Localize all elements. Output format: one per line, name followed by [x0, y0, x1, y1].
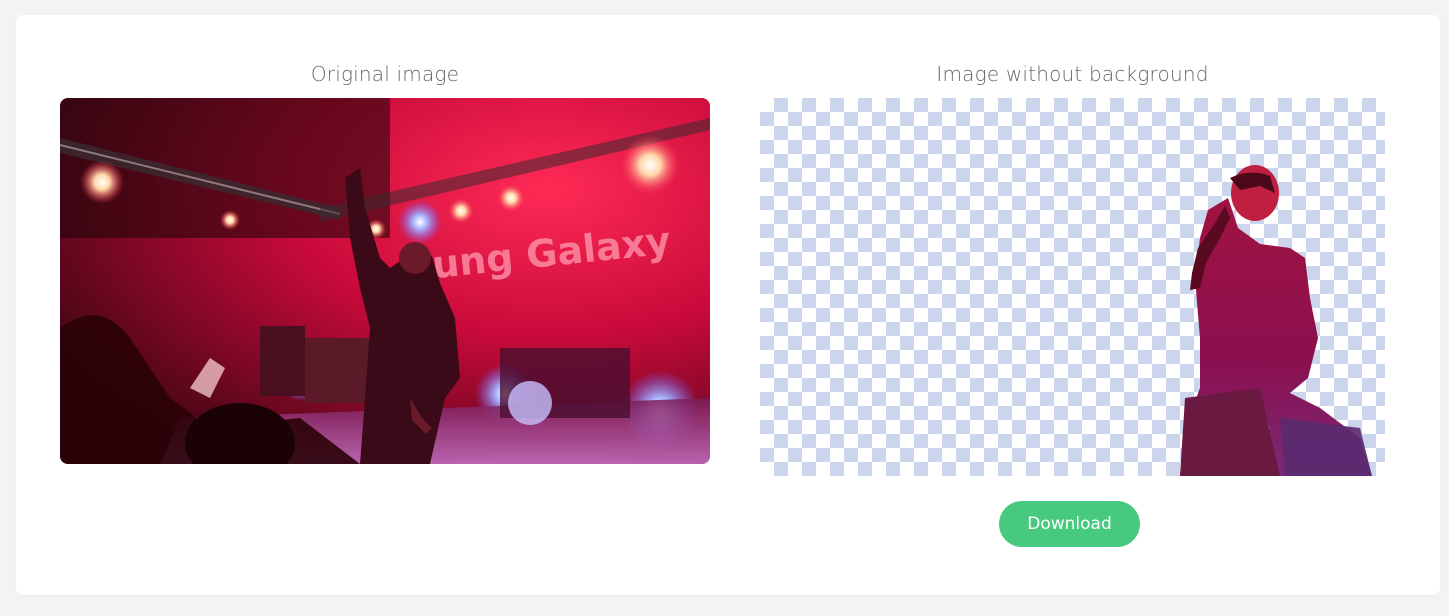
- result-image: [760, 98, 1385, 476]
- download-button[interactable]: Download: [999, 501, 1140, 547]
- original-image-heading: Original image: [310, 62, 460, 86]
- result-image-heading: Image without background: [936, 62, 1209, 86]
- cutout-performer: [1180, 165, 1372, 476]
- original-image: ung Galaxy: [60, 98, 710, 464]
